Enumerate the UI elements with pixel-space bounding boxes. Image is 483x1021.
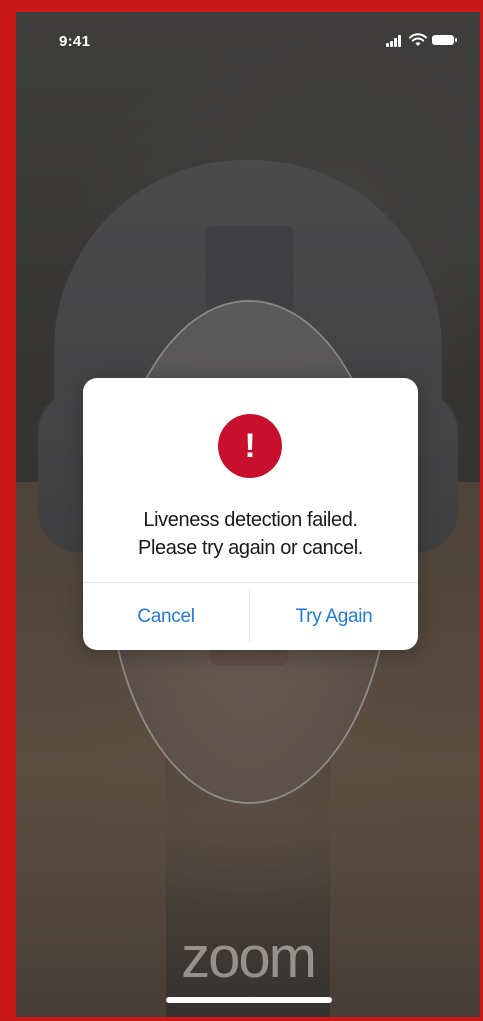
alert-icon: ! [218, 414, 282, 478]
dialog-message: Liveness detection failed. Please try ag… [83, 506, 418, 562]
try-again-button[interactable]: Try Again [251, 584, 417, 650]
cancel-button[interactable]: Cancel [83, 584, 249, 650]
status-bar: 9:41 [16, 12, 480, 72]
home-indicator[interactable] [166, 997, 332, 1003]
dialog-message-line2: Please try again or cancel. [138, 537, 363, 559]
wifi-icon [409, 33, 427, 46]
dialog-divider-vertical [249, 590, 250, 642]
alert-icon-glyph: ! [244, 427, 256, 465]
dialog-message-line1: Liveness detection failed. [143, 509, 358, 531]
zoom-logo: zoom [181, 925, 317, 990]
signal-icon [386, 35, 404, 47]
camera-screen: 9:41 ! Liveness detection failed. Please… [16, 12, 480, 1017]
battery-icon [432, 35, 457, 45]
status-time: 9:41 [59, 33, 91, 50]
dialog-divider-horizontal [83, 582, 418, 583]
liveness-failed-dialog: ! Liveness detection failed. Please try … [83, 378, 418, 650]
